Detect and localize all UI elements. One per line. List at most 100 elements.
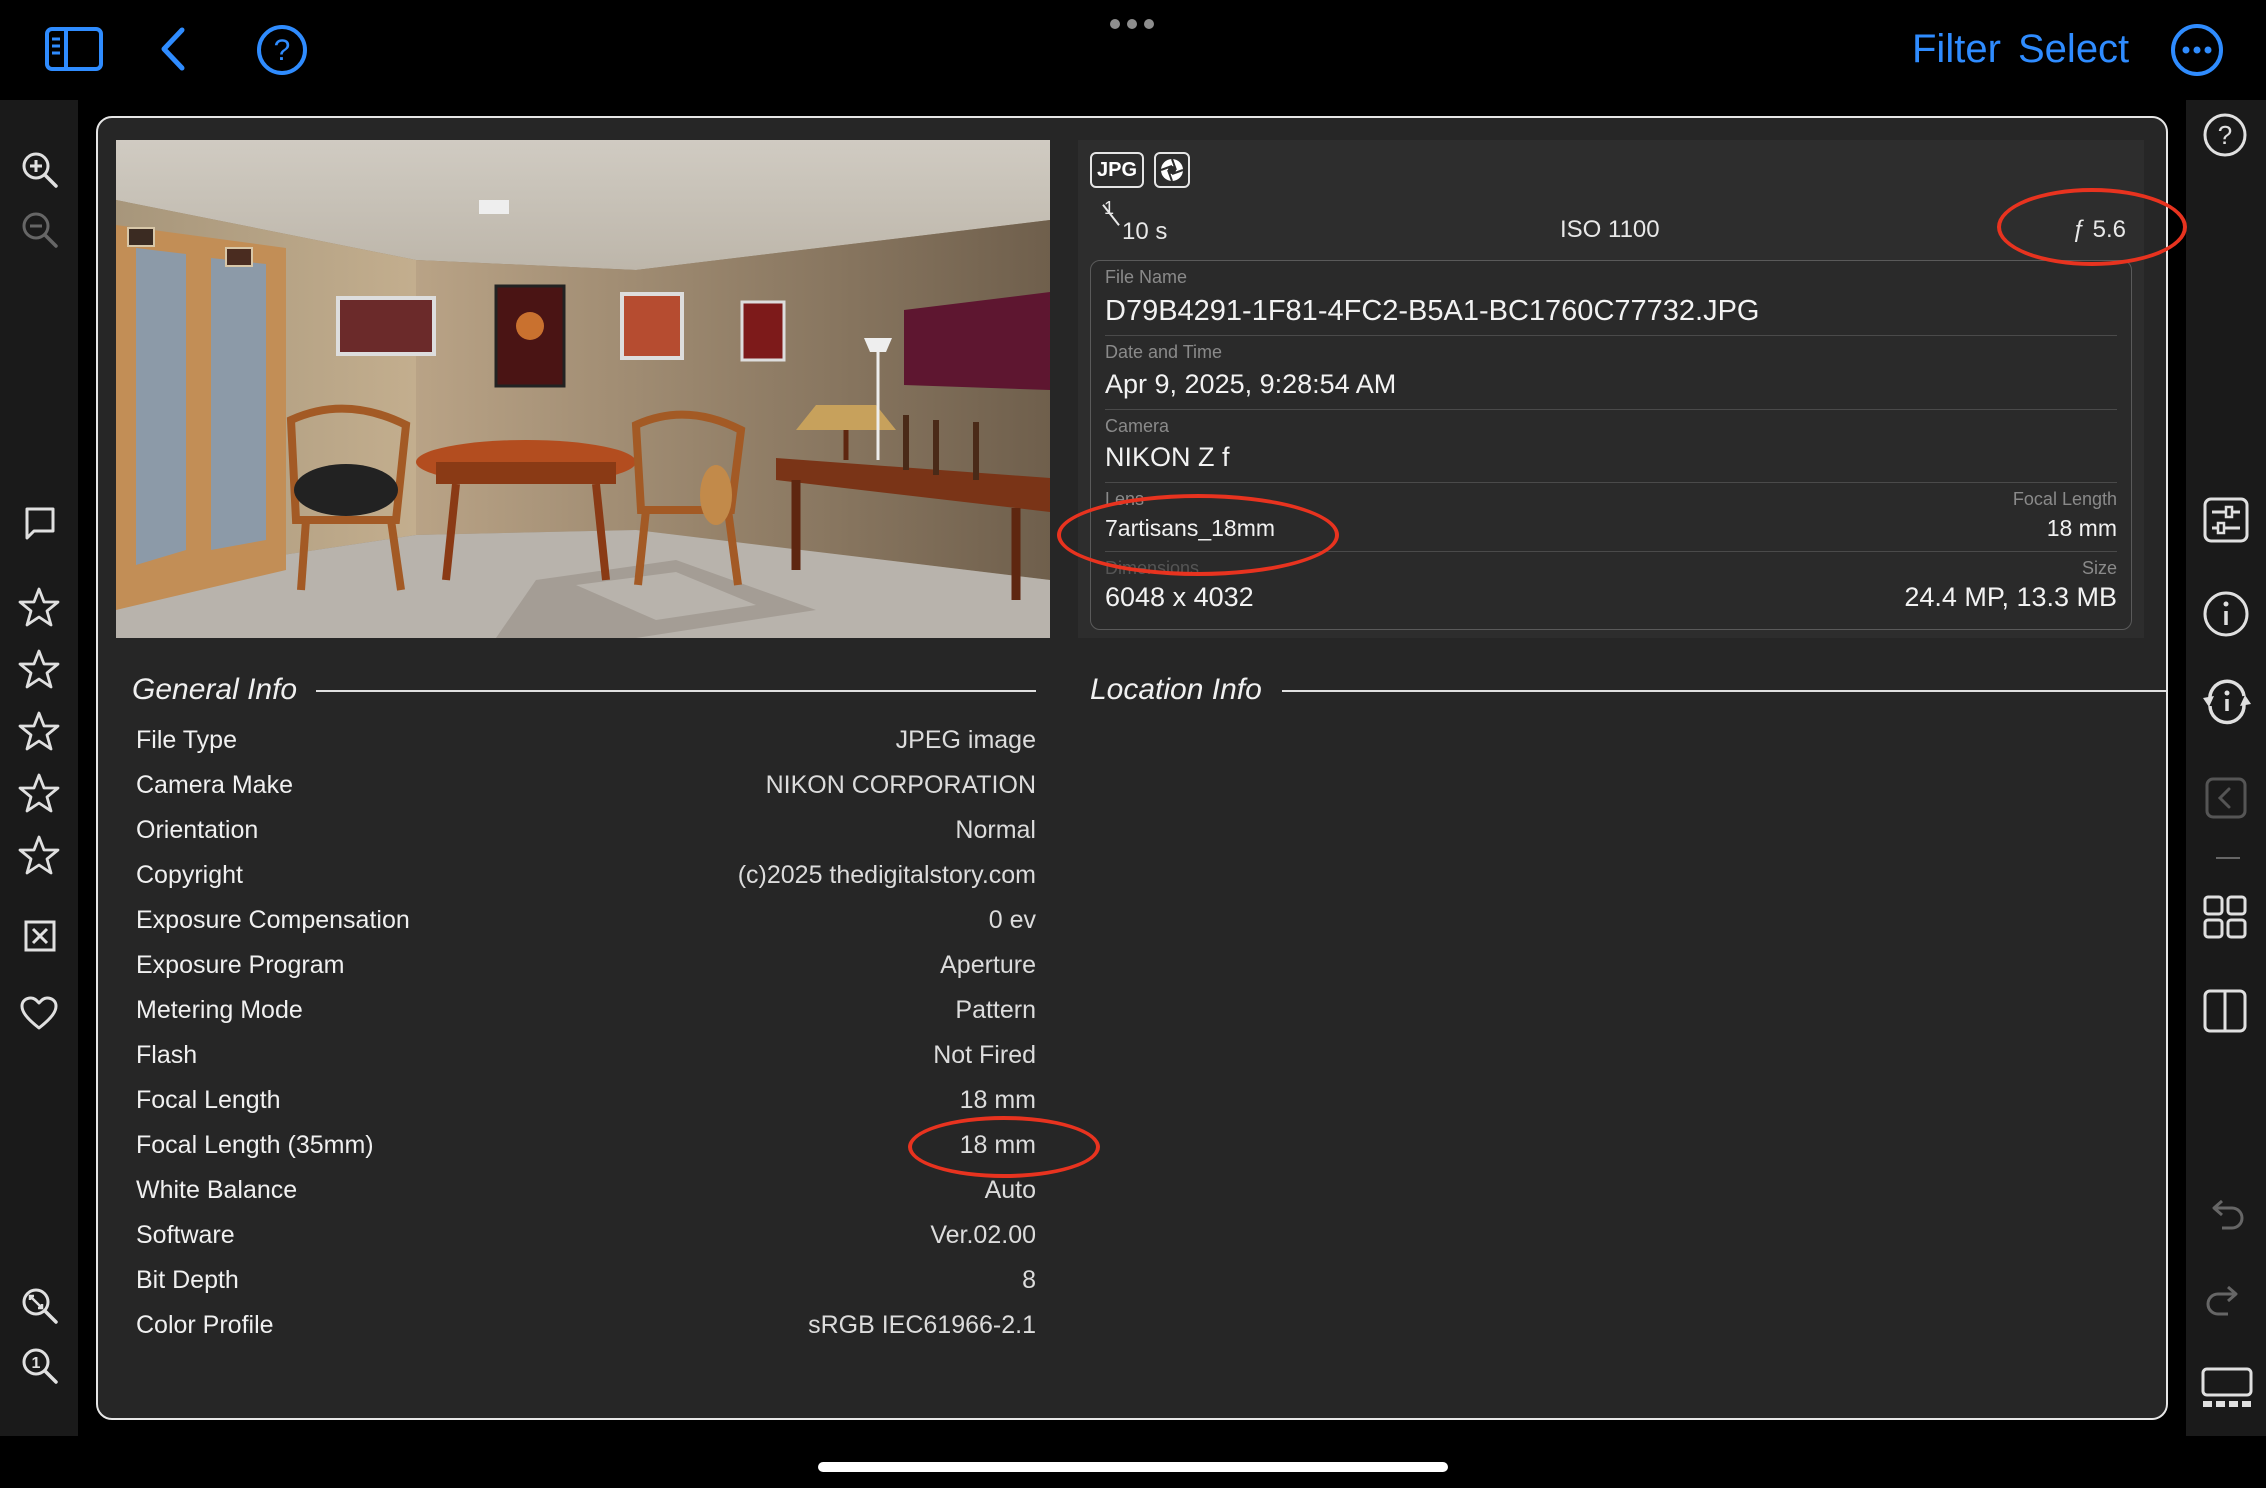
info-value: 0 ev bbox=[988, 906, 1036, 934]
info-value: Auto bbox=[984, 1176, 1036, 1204]
info-label: Exposure Compensation bbox=[136, 906, 410, 934]
lens-value: 7artisans_18mm bbox=[1105, 515, 1276, 541]
undo-icon[interactable] bbox=[2204, 1198, 2246, 1232]
file-type-badge: JPG bbox=[1090, 152, 1144, 188]
filter-button[interactable]: Filter bbox=[1912, 29, 2001, 69]
redo-icon[interactable] bbox=[2204, 1284, 2246, 1318]
general-info-divider bbox=[316, 690, 1036, 692]
lens-label: Lens bbox=[1105, 489, 1145, 509]
info-value: 8 bbox=[1022, 1266, 1036, 1294]
select-button[interactable]: Select bbox=[2018, 29, 2129, 69]
date-value: Apr 9, 2025, 9:28:54 AM bbox=[1105, 369, 1397, 399]
info-row-focal-length-35mm: Focal Length (35mm) 18 mm bbox=[136, 1123, 1036, 1168]
collapse-icon[interactable] bbox=[2204, 776, 2248, 820]
heart-icon[interactable] bbox=[19, 995, 59, 1031]
photo-preview[interactable] bbox=[116, 140, 1050, 638]
metadata-box: File Name D79B4291-1F81-4FC2-B5A1-BC1760… bbox=[1090, 260, 2132, 630]
info-row-camera-make: Camera Make NIKON CORPORATION bbox=[136, 763, 1036, 808]
info-label: Metering Mode bbox=[136, 996, 303, 1024]
right-sidebar: ? bbox=[2186, 100, 2266, 1436]
info-label: Software bbox=[136, 1221, 235, 1249]
info-row-bit-depth: Bit Depth 8 bbox=[136, 1258, 1036, 1303]
svg-text:?: ? bbox=[2218, 120, 2232, 150]
info-label: Focal Length bbox=[136, 1086, 281, 1114]
lens-row: Lens 7artisans_18mm Focal Length 18 mm bbox=[1105, 483, 2117, 552]
star-icon[interactable] bbox=[18, 710, 60, 752]
left-sidebar: 1 bbox=[0, 100, 78, 1436]
zoom-out-icon[interactable] bbox=[20, 210, 60, 250]
info-label: Camera Make bbox=[136, 771, 293, 799]
star-icon[interactable] bbox=[18, 772, 60, 814]
adjustments-icon[interactable] bbox=[2202, 496, 2250, 544]
sidebar-toggle-icon[interactable] bbox=[44, 26, 104, 72]
info-row-color-profile: Color Profile sRGB IEC61966-2.1 bbox=[136, 1303, 1036, 1348]
info-label: File Type bbox=[136, 726, 237, 754]
aperture-icon bbox=[1154, 152, 1190, 188]
info-row-flash: Flash Not Fired bbox=[136, 1033, 1036, 1078]
size-label: Size bbox=[2081, 558, 2117, 578]
filmstrip-icon[interactable] bbox=[2200, 1366, 2254, 1410]
location-info-divider bbox=[1282, 690, 2166, 692]
iso-value: ISO 1100 bbox=[1560, 216, 1660, 243]
zoom-in-icon[interactable] bbox=[20, 150, 60, 190]
info-value: Normal bbox=[955, 816, 1036, 844]
info-value: 18 mm bbox=[959, 1086, 1036, 1114]
ellipsis-circle-icon[interactable] bbox=[2170, 23, 2224, 77]
file-name-label: File Name bbox=[1105, 267, 1188, 287]
info-icon[interactable] bbox=[2202, 590, 2250, 638]
info-label: White Balance bbox=[136, 1176, 298, 1204]
ellipsis-icon[interactable] bbox=[1108, 17, 1156, 31]
metadata-sync-icon[interactable] bbox=[2200, 674, 2254, 728]
info-row-white-balance: White Balance Auto bbox=[136, 1168, 1036, 1213]
camera-label: Camera bbox=[1105, 416, 1170, 436]
info-row-exposure-compensation: Exposure Compensation 0 ev bbox=[136, 898, 1036, 943]
reject-icon[interactable] bbox=[22, 918, 58, 954]
info-value: (c)2025 thedigitalstory.com bbox=[737, 861, 1036, 889]
info-value: Ver.02.00 bbox=[930, 1221, 1036, 1249]
star-icon[interactable] bbox=[18, 648, 60, 690]
photo-info-panel: JPG 1 10 s ISO 1100 ƒ 5.6 File Name D79B… bbox=[96, 116, 2168, 1420]
info-label: Flash bbox=[136, 1041, 198, 1069]
info-value: JPEG image bbox=[895, 726, 1036, 754]
info-row-copyright: Copyright (c)2025 thedigitalstory.com bbox=[136, 853, 1036, 898]
info-row-orientation: Orientation Normal bbox=[136, 808, 1036, 853]
question-circle-icon[interactable]: ? bbox=[256, 24, 308, 76]
grid-icon[interactable] bbox=[2202, 894, 2248, 940]
location-info-title: Location Info bbox=[1090, 673, 1262, 706]
star-icon[interactable] bbox=[18, 586, 60, 628]
dimensions-row: Dimensions 6048 x 4032 Size 24.4 MP, 13.… bbox=[1105, 552, 2117, 628]
info-label: Focal Length (35mm) bbox=[136, 1131, 374, 1159]
exif-summary-card: JPG 1 10 s ISO 1100 ƒ 5.6 File Name D79B… bbox=[1078, 140, 2144, 638]
comment-icon[interactable] bbox=[22, 504, 58, 542]
star-icon[interactable] bbox=[18, 834, 60, 876]
info-label: Orientation bbox=[136, 816, 259, 844]
info-row-focal-length: Focal Length 18 mm bbox=[136, 1078, 1036, 1123]
info-value: Not Fired bbox=[933, 1041, 1036, 1069]
chevron-left-icon[interactable] bbox=[158, 26, 188, 72]
help-icon[interactable]: ? bbox=[2202, 112, 2248, 158]
top-toolbar: ? Filter Select bbox=[0, 0, 2266, 100]
split-view-icon[interactable] bbox=[2202, 988, 2248, 1034]
camera-row: Camera NIKON Z f bbox=[1105, 410, 2117, 483]
zoom-fit-icon[interactable] bbox=[20, 1286, 60, 1326]
camera-value: NIKON Z f bbox=[1105, 442, 1230, 472]
svg-text:?: ? bbox=[274, 34, 291, 67]
zoom-actual-icon[interactable]: 1 bbox=[20, 1346, 60, 1386]
info-row-exposure-program: Exposure Program Aperture bbox=[136, 943, 1036, 988]
info-value: Aperture bbox=[940, 951, 1036, 979]
info-row-software: Software Ver.02.00 bbox=[136, 1213, 1036, 1258]
file-name-row: File Name D79B4291-1F81-4FC2-B5A1-BC1760… bbox=[1105, 261, 2117, 336]
aperture-value: ƒ 5.6 bbox=[2072, 216, 2126, 243]
info-value: 18 mm bbox=[959, 1131, 1036, 1159]
info-label: Color Profile bbox=[136, 1311, 274, 1339]
info-value: Pattern bbox=[955, 996, 1036, 1024]
sidebar-divider bbox=[2216, 857, 2240, 859]
focal-length-value: 18 mm bbox=[2046, 515, 2117, 541]
info-label: Copyright bbox=[136, 861, 243, 889]
dimensions-label: Dimensions bbox=[1105, 558, 1200, 578]
info-value: NIKON CORPORATION bbox=[765, 771, 1036, 799]
focal-length-label: Focal Length bbox=[2012, 489, 2117, 509]
info-label: Exposure Program bbox=[136, 951, 345, 979]
date-row: Date and Time Apr 9, 2025, 9:28:54 AM bbox=[1105, 336, 2117, 410]
svg-text:1: 1 bbox=[32, 1355, 41, 1372]
